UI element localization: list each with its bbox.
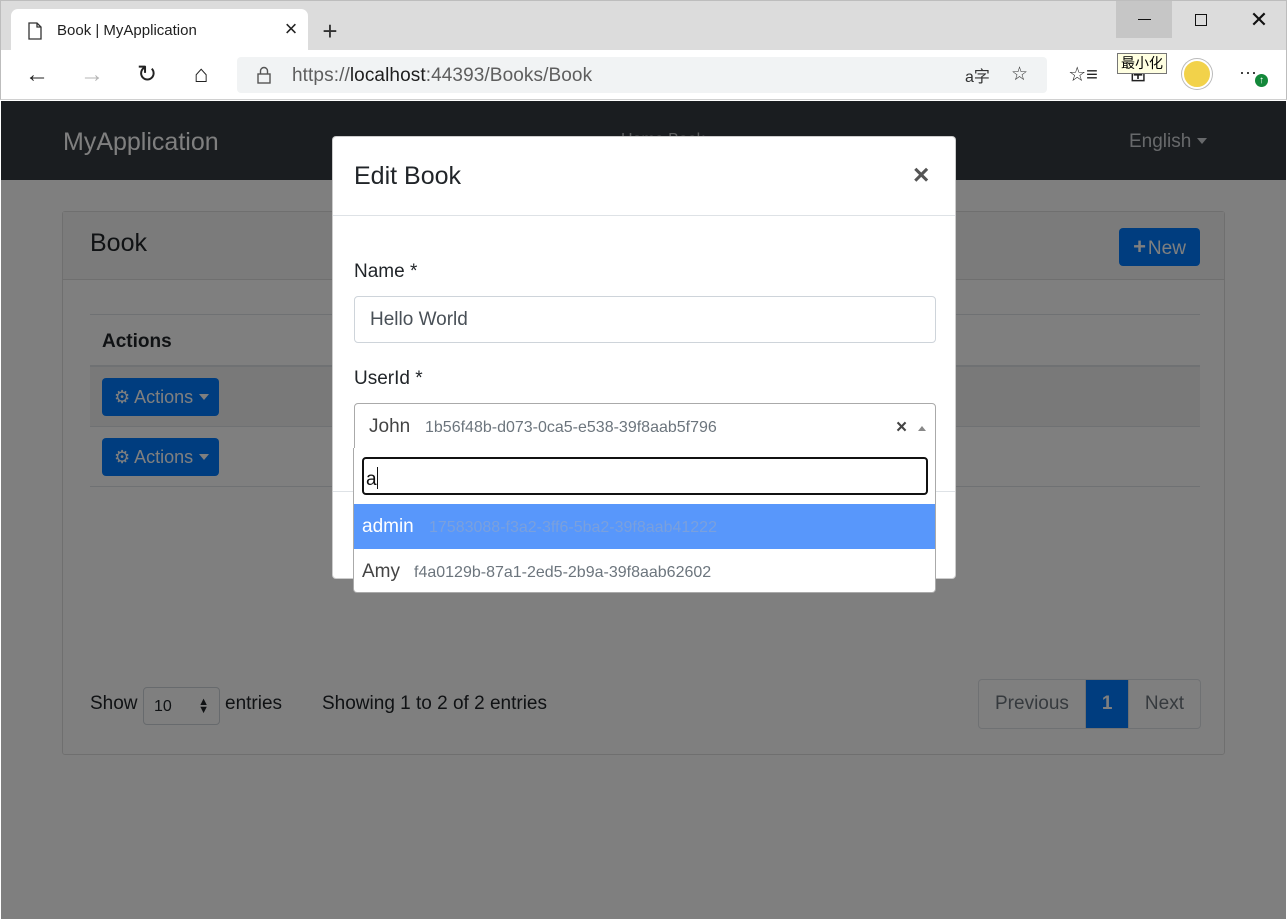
user-option-name: admin <box>362 516 414 537</box>
browser-tab[interactable]: Book | MyApplication × <box>11 9 308 51</box>
address-bar[interactable]: https://localhost:44393/Books/Book a字 ☆ <box>237 57 1047 93</box>
window-close-button[interactable]: ✕ <box>1234 1 1284 38</box>
user-option-id: 17583088-f3a2-3ff6-5ba2-39f8aab41222 <box>429 519 717 536</box>
name-input[interactable]: Hello World <box>354 296 936 343</box>
user-option-name: Amy <box>362 561 400 582</box>
url-text: https://localhost:44393/Books/Book <box>292 65 593 86</box>
clear-selection-icon[interactable]: × <box>896 417 907 439</box>
modal-close-icon[interactable]: × <box>913 159 929 191</box>
dropdown-arrow-icon[interactable] <box>918 426 926 431</box>
window-minimize-button[interactable] <box>1116 1 1172 38</box>
minimize-tooltip: 最小化 <box>1117 53 1167 74</box>
translate-icon[interactable]: a字 <box>965 63 990 87</box>
window-maximize-button[interactable] <box>1177 1 1225 38</box>
selected-user-name: John <box>369 416 411 437</box>
user-option-id: f4a0129b-87a1-2ed5-2b9a-39f8aab62602 <box>414 564 712 581</box>
profile-avatar[interactable] <box>1182 59 1212 89</box>
browser-toolbar: ← → ↻ ⌂ https://localhost:44393/Books/Bo… <box>0 50 1287 100</box>
name-label: Name * <box>354 261 418 282</box>
tab-close-icon[interactable]: × <box>279 17 303 41</box>
tab-title: Book | MyApplication <box>57 22 197 39</box>
page-icon <box>28 22 42 40</box>
userid-search-input[interactable]: a <box>362 457 928 495</box>
favorites-icon[interactable]: ☆≡ <box>1068 60 1098 90</box>
refresh-icon[interactable]: ↻ <box>132 60 162 90</box>
userid-dropdown: a admin 17583088-f3a2-3ff6-5ba2-39f8aab4… <box>353 448 936 593</box>
new-tab-icon[interactable]: + <box>317 18 343 44</box>
userid-label: UserId * <box>354 368 423 389</box>
update-badge-icon: ↑ <box>1255 74 1268 87</box>
user-option[interactable]: Amy f4a0129b-87a1-2ed5-2b9a-39f8aab62602 <box>354 549 935 594</box>
selected-user-id: 1b56f48b-d073-0ca5-e538-39f8aab5f796 <box>425 419 717 436</box>
back-icon[interactable]: ← <box>22 60 52 90</box>
userid-select[interactable]: John 1b56f48b-d073-0ca5-e538-39f8aab5f79… <box>354 403 936 451</box>
modal-header: Edit Book × <box>333 137 955 216</box>
modal-title: Edit Book <box>354 162 462 190</box>
browser-tabstrip: Book | MyApplication × + ✕ <box>0 0 1287 51</box>
more-menu-icon[interactable]: ··· ↑ <box>1239 62 1268 90</box>
home-icon[interactable]: ⌂ <box>186 60 216 90</box>
forward-icon[interactable]: → <box>77 60 107 90</box>
user-option[interactable]: admin 17583088-f3a2-3ff6-5ba2-39f8aab412… <box>354 504 935 549</box>
lock-icon <box>257 66 271 84</box>
favorite-star-icon[interactable]: ☆ <box>1011 63 1028 86</box>
web-page: MyApplication Home Book English Book +Ne… <box>1 101 1286 919</box>
